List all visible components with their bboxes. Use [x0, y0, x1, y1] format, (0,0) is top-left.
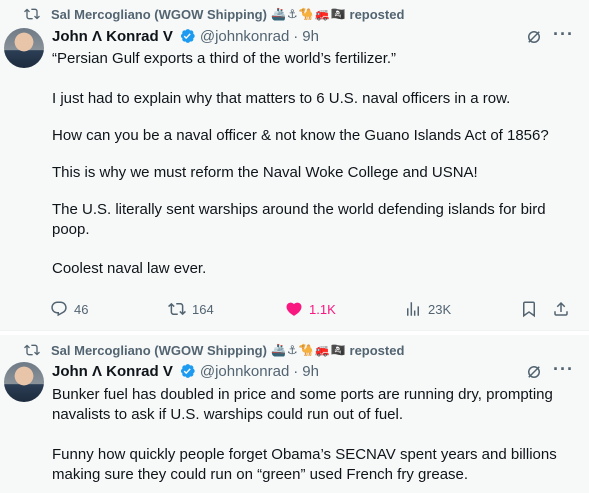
author-handle[interactable]: @johnkonrad — [200, 28, 289, 45]
like-count: 1.1K — [309, 301, 336, 317]
author-name[interactable]: John Λ Konrad V — [52, 28, 173, 45]
bookmark-icon[interactable] — [520, 300, 538, 318]
view-count: 23K — [428, 301, 452, 317]
paragraph: Funny how quickly people forget Obama’s … — [52, 446, 557, 483]
separator-dot: · — [293, 27, 299, 45]
reposter-name[interactable]: Sal Mercogliano (WGOW Shipping) — [51, 7, 267, 22]
reposter-emojis: 🚢 ⚓ 🐪 🚒 🏴‍☠️ — [271, 343, 346, 357]
post-header: John Λ Konrad V @johnkonrad · 9h — [52, 26, 319, 46]
verified-badge-icon[interactable] — [178, 362, 196, 380]
separator-dot: · — [293, 362, 299, 380]
repost-banner: Sal Mercogliano (WGOW Shipping) 🚢 ⚓ 🐪 🚒 … — [24, 341, 404, 359]
views-button[interactable]: 23K — [404, 300, 451, 318]
anchor-emoji: ⚓ — [286, 343, 298, 357]
verified-badge-icon[interactable] — [178, 27, 196, 45]
fire-engine-emoji: 🚒 — [314, 343, 330, 357]
paragraph: How can you be a naval officer & not kno… — [52, 127, 549, 144]
post-time[interactable]: 9h — [302, 28, 319, 45]
reply-button[interactable]: 46 — [50, 300, 88, 318]
author-name[interactable]: John Λ Konrad V — [52, 363, 173, 380]
paragraph: Coolest naval law ever. — [52, 260, 207, 277]
paragraph: I just had to explain why that matters t… — [52, 90, 511, 107]
paragraph: Bunker fuel has doubled in price and som… — [52, 386, 553, 423]
avatar[interactable] — [4, 28, 44, 68]
reposter-name[interactable]: Sal Mercogliano (WGOW Shipping) — [51, 343, 267, 358]
views-icon — [407, 302, 419, 316]
action-bar: 46 164 1.1K 23K — [50, 300, 570, 320]
grok-icon[interactable] — [525, 363, 543, 381]
repost-label: reposted — [349, 342, 405, 358]
post-time[interactable]: 9h — [302, 363, 319, 380]
reply-count: 46 — [74, 301, 89, 317]
more-icon[interactable]: ··· — [553, 25, 573, 46]
retweet-button[interactable]: 164 — [168, 300, 214, 318]
paragraph: This is why we must reform the Naval Wok… — [52, 164, 478, 181]
like-button[interactable]: 1.1K — [285, 300, 336, 318]
repost-label: reposted — [349, 6, 405, 22]
repost-banner: Sal Mercogliano (WGOW Shipping) 🚢 ⚓ 🐪 🚒 … — [24, 5, 404, 23]
post-header: John Λ Konrad V @johnkonrad · 9h — [52, 361, 319, 381]
pirate-flag-emoji: 🏴‍☠️ — [330, 7, 346, 21]
like-icon — [286, 302, 302, 316]
paragraph: The U.S. literally sent warships around … — [52, 201, 546, 238]
ship-emoji: 🚢 — [270, 343, 286, 357]
avatar[interactable] — [4, 362, 44, 402]
more-icon[interactable]: ··· — [553, 360, 573, 381]
fire-engine-emoji: 🚒 — [314, 7, 330, 21]
retweet-icon — [168, 302, 186, 316]
post[interactable]: Sal Mercogliano (WGOW Shipping) 🚢 ⚓ 🐪 🚒 … — [0, 0, 589, 330]
anchor-emoji: ⚓ — [286, 7, 298, 21]
post-text: Bunker fuel has doubled in price and som… — [52, 385, 577, 485]
retweet-count: 164 — [192, 301, 214, 317]
author-handle[interactable]: @johnkonrad — [200, 363, 289, 380]
pirate-flag-emoji: 🏴‍☠️ — [330, 343, 346, 357]
camel-emoji: 🐪 — [298, 7, 314, 21]
post-text: “Persian Gulf exports a third of the wor… — [52, 49, 577, 279]
camel-emoji: 🐪 — [298, 343, 314, 357]
ship-emoji: 🚢 — [270, 7, 286, 21]
grok-icon[interactable] — [525, 28, 543, 46]
share-icon[interactable] — [552, 300, 570, 318]
reposter-emojis: 🚢 ⚓ 🐪 🚒 🏴‍☠️ — [271, 7, 346, 21]
post[interactable]: Sal Mercogliano (WGOW Shipping) 🚢 ⚓ 🐪 🚒 … — [0, 335, 589, 493]
paragraph: “Persian Gulf exports a third of the wor… — [52, 50, 397, 67]
repost-icon — [24, 8, 40, 20]
reply-icon — [51, 301, 67, 317]
repost-icon — [24, 344, 40, 356]
